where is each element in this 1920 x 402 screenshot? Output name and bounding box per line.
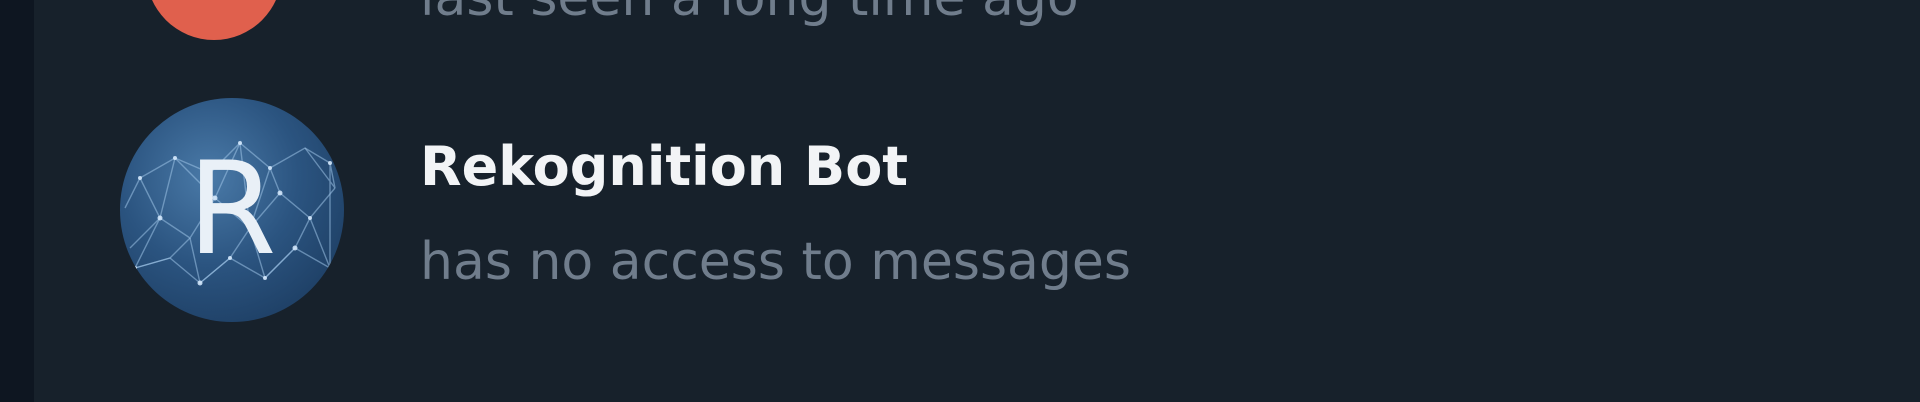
member-status: has no access to messages [420, 232, 1132, 292]
avatar: R [120, 98, 344, 322]
member-row-rekognition-bot[interactable]: R Rekognition Bot has no access to messa… [34, 0, 1920, 402]
left-edge-strip [0, 0, 34, 402]
members-list: last seen a long time ago [34, 0, 1920, 402]
avatar-letter: R [187, 135, 277, 284]
member-name: Rekognition Bot [420, 135, 909, 198]
